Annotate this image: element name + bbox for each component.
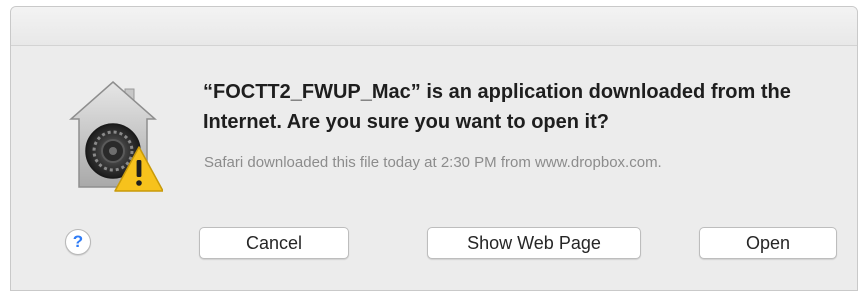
cancel-button[interactable]: Cancel	[199, 227, 349, 259]
gatekeeper-warning-icon	[63, 77, 164, 197]
dialog-info-text: Safari downloaded this file today at 2:3…	[204, 154, 662, 171]
dialog-titlebar[interactable]	[11, 7, 857, 46]
help-icon: ?	[72, 232, 84, 251]
open-button[interactable]: Open	[699, 227, 837, 259]
alert-dialog: “FOCTT2_FWUP_Mac” is an application down…	[10, 6, 858, 291]
help-button[interactable]: ?	[65, 229, 91, 255]
show-web-page-button[interactable]: Show Web Page	[427, 227, 641, 259]
dialog-headline: “FOCTT2_FWUP_Mac” is an application down…	[203, 81, 791, 133]
